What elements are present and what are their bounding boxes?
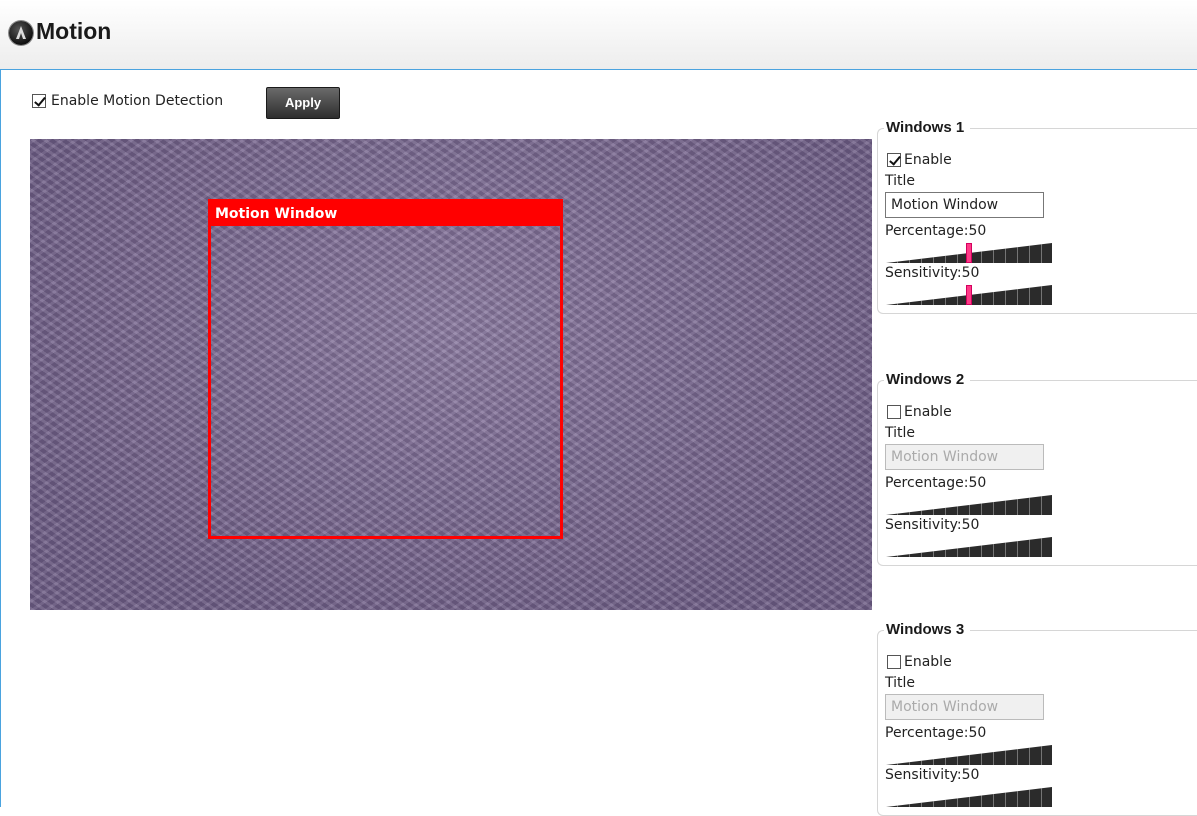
windows-3-legend: Windows 3 xyxy=(884,621,971,638)
windows-1-legend: Windows 1 xyxy=(884,119,971,136)
motion-icon xyxy=(9,21,33,45)
motion-content: Enable Motion Detection Apply Motion Win… xyxy=(0,70,1197,816)
windows-2-title-label: Title xyxy=(885,425,916,441)
windows-2-enable-checkbox[interactable] xyxy=(887,405,901,419)
slider-track xyxy=(886,537,1052,557)
slider-thumb[interactable] xyxy=(966,285,972,305)
windows-1-percentage-slider[interactable] xyxy=(886,243,1052,263)
windows-2-enable[interactable]: Enable xyxy=(887,404,952,420)
windows-1-sensitivity-label: Sensitivity:50 xyxy=(885,265,980,281)
windows-3-sensitivity-label: Sensitivity:50 xyxy=(885,767,980,783)
windows-3-percentage-label: Percentage:50 xyxy=(885,725,987,741)
enable-motion-detection-checkbox[interactable] xyxy=(32,94,46,108)
slider-track xyxy=(886,787,1052,807)
windows-3-title-input xyxy=(885,694,1044,720)
slider-track xyxy=(886,745,1052,765)
windows-3-enable-label: Enable xyxy=(904,654,952,670)
page-header: Motion xyxy=(0,0,1197,70)
windows-2-sensitivity-slider xyxy=(886,537,1052,557)
windows-1-enable-checkbox[interactable] xyxy=(887,153,901,167)
windows-1-title-input[interactable] xyxy=(885,192,1044,218)
camera-preview: Motion Window xyxy=(30,139,872,610)
enable-motion-detection-label: Enable Motion Detection xyxy=(51,93,224,109)
apply-button[interactable]: Apply xyxy=(266,87,340,119)
windows-3-sensitivity-slider xyxy=(886,787,1052,807)
enable-motion-detection[interactable]: Enable Motion Detection xyxy=(32,93,223,109)
slider-track xyxy=(886,495,1052,515)
motion-window-label[interactable]: Motion Window xyxy=(211,202,560,226)
windows-2-percentage-label: Percentage:50 xyxy=(885,475,987,491)
windows-1-title-label: Title xyxy=(885,173,916,189)
windows-3-enable-checkbox[interactable] xyxy=(887,655,901,669)
windows-3-panel: Windows 3 Enable Title Percentage:50 Sen… xyxy=(877,621,1197,816)
windows-2-legend: Windows 2 xyxy=(884,371,971,388)
windows-2-percentage-slider xyxy=(886,495,1052,515)
windows-2-title-input xyxy=(885,444,1044,470)
page-title: Motion xyxy=(36,18,112,44)
windows-1-enable[interactable]: Enable xyxy=(887,152,952,168)
windows-3-percentage-slider xyxy=(886,745,1052,765)
windows-1-panel: Windows 1 Enable Title Percentage:50 Sen… xyxy=(877,119,1197,314)
windows-1-sensitivity-slider[interactable] xyxy=(886,285,1052,305)
windows-1-percentage-label: Percentage:50 xyxy=(885,223,987,239)
windows-2-enable-label: Enable xyxy=(904,404,952,420)
motion-window-region[interactable]: Motion Window xyxy=(208,199,563,539)
windows-3-title-label: Title xyxy=(885,675,916,691)
windows-2-sensitivity-label: Sensitivity:50 xyxy=(885,517,980,533)
windows-1-enable-label: Enable xyxy=(904,152,952,168)
windows-2-panel: Windows 2 Enable Title Percentage:50 Sen… xyxy=(877,371,1197,566)
slider-thumb[interactable] xyxy=(966,243,972,263)
windows-3-enable[interactable]: Enable xyxy=(887,654,952,670)
